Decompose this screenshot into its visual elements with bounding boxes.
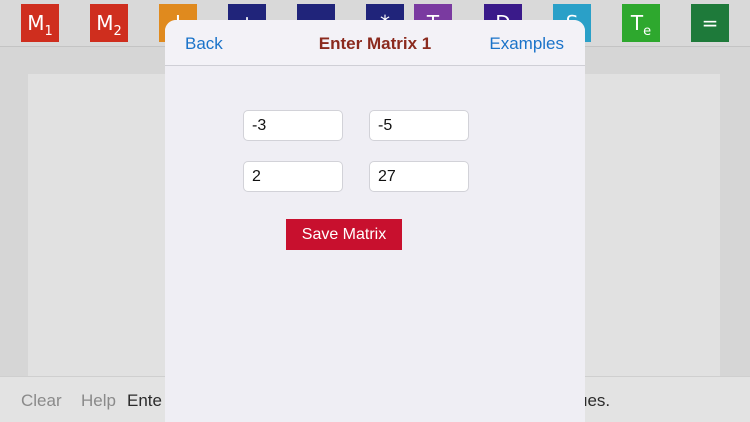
enter-matrix-sheet: Back Enter Matrix 1 Examples Save Matrix <box>165 20 585 422</box>
echelon-tool[interactable]: Te <box>622 4 660 42</box>
matrix-cell-r1c1[interactable] <box>243 110 343 141</box>
matrix-cell-r1c2[interactable] <box>369 110 469 141</box>
examples-button[interactable]: Examples <box>489 34 564 54</box>
sheet-header: Back Enter Matrix 1 Examples <box>165 20 585 66</box>
help-button[interactable]: Help <box>81 391 116 411</box>
equals-tool[interactable]: = <box>691 4 729 42</box>
matrix-cell-r2c2[interactable] <box>369 161 469 192</box>
matrix-2-tool[interactable]: M2 <box>90 4 128 42</box>
status-message-start: Ente <box>127 391 162 410</box>
matrix-cell-r2c1[interactable] <box>243 161 343 192</box>
clear-button[interactable]: Clear <box>21 391 62 411</box>
matrix-1-tool[interactable]: M1 <box>21 4 59 42</box>
save-matrix-button[interactable]: Save Matrix <box>286 219 402 250</box>
matrix-calculator-app: M1 M2 I + − * T D S Te = Clear Help Ente… <box>0 0 750 422</box>
